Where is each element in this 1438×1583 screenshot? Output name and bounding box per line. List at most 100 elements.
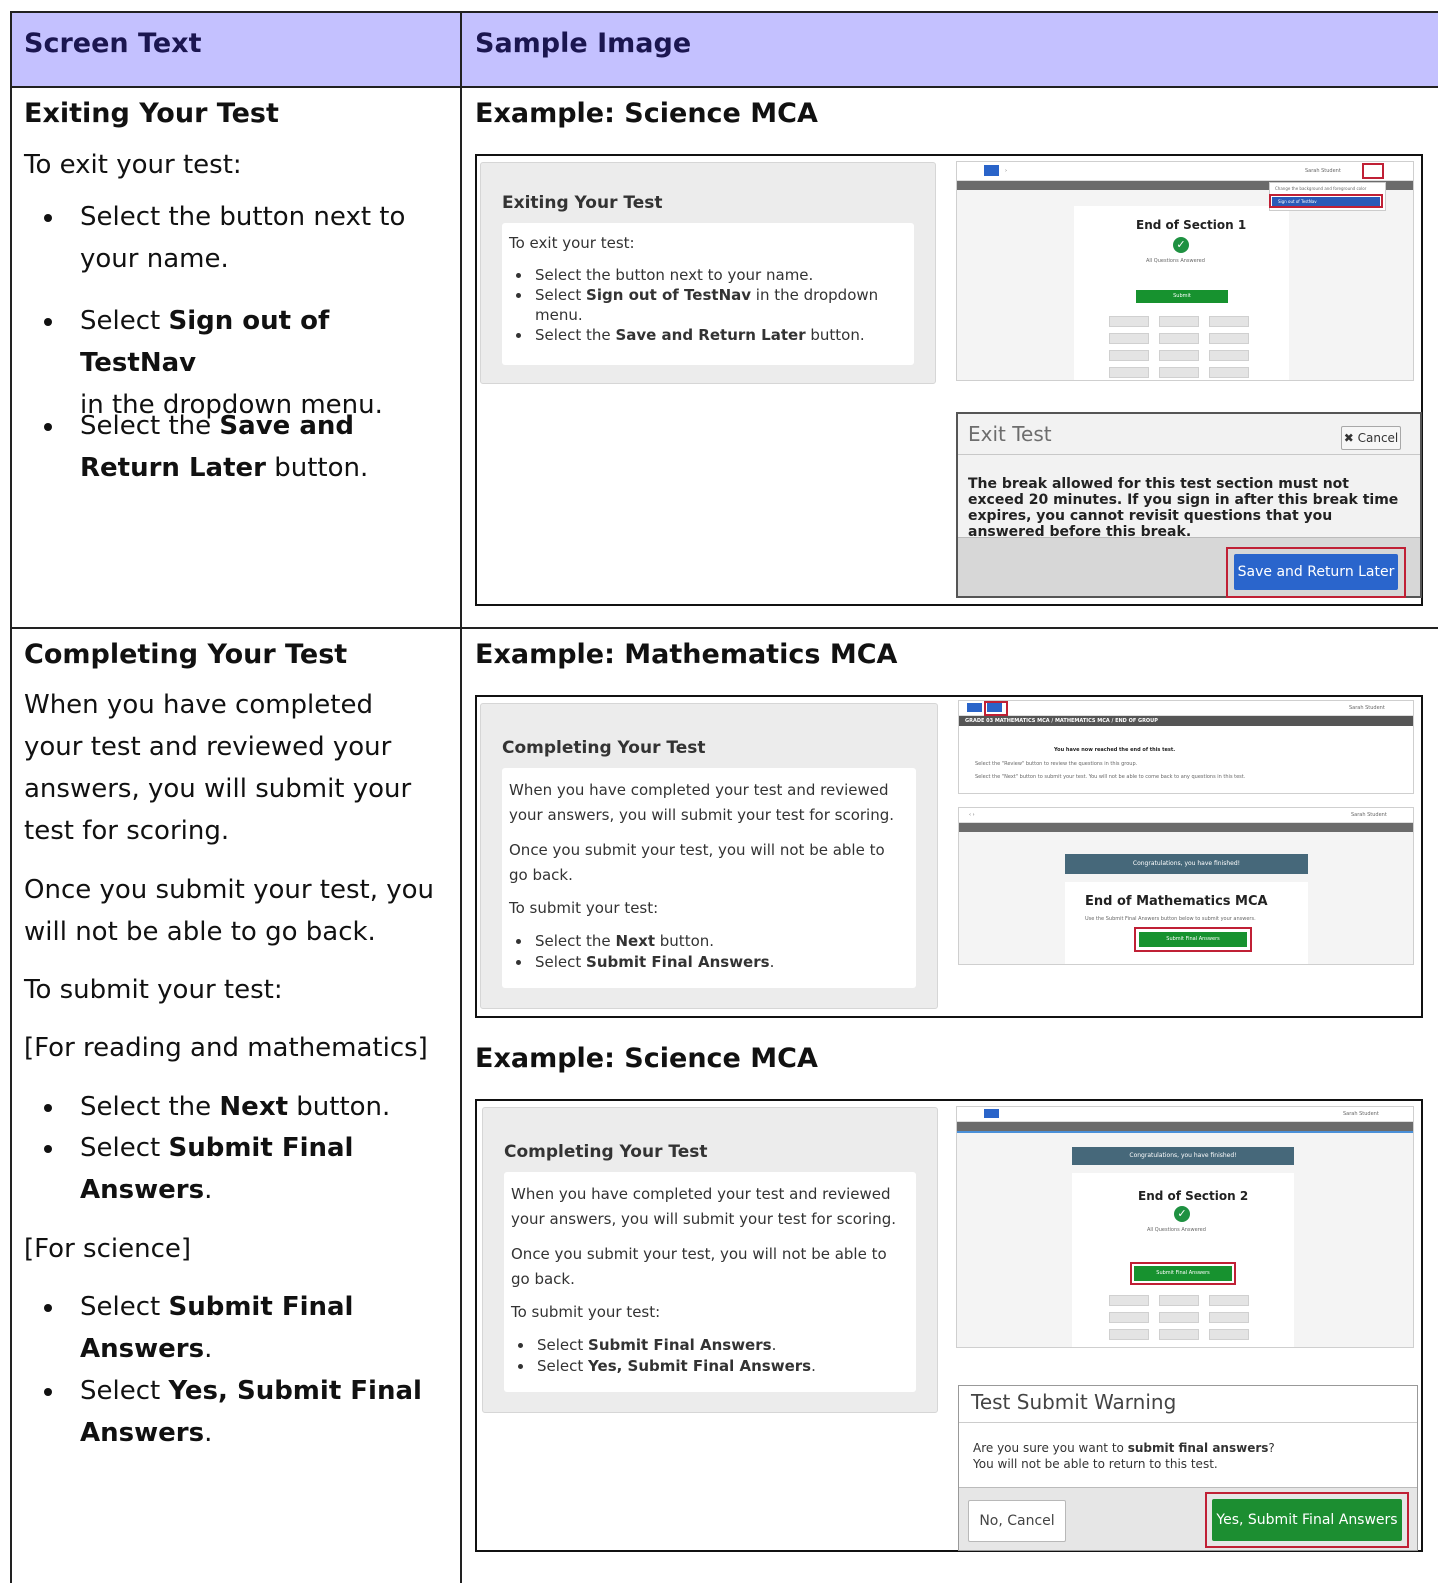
sample-image-exiting: Exiting Your Test To exit your test: Sel… bbox=[475, 154, 1423, 606]
completing-heading: Completing Your Test bbox=[24, 639, 348, 670]
example-label: Example: Science MCA bbox=[475, 98, 818, 129]
breadcrumb-bar bbox=[959, 823, 1413, 832]
section-title: End of Section 1 bbox=[1136, 218, 1247, 232]
panel-text: Select bbox=[537, 1357, 589, 1375]
panel-text: button. bbox=[655, 932, 715, 950]
question-cell bbox=[1109, 1312, 1149, 1323]
step-bold: Yes, Submit Final bbox=[168, 1376, 422, 1406]
bullet-dot bbox=[518, 1364, 523, 1369]
bullet-dot bbox=[516, 273, 521, 278]
step-text: . bbox=[204, 1418, 213, 1448]
bullet-dot bbox=[516, 939, 521, 944]
question-cell bbox=[1159, 367, 1199, 378]
step-text: . bbox=[204, 1175, 213, 1205]
panel-bold: Save and Return Later bbox=[615, 326, 806, 344]
step-bold: Answers bbox=[80, 1334, 205, 1364]
panel-text: Select the Next button. bbox=[535, 931, 714, 952]
bullet-dot bbox=[44, 1388, 52, 1396]
panel-text: Select Yes, Submit Final Answers. bbox=[537, 1356, 816, 1377]
dialog-title: Exit Test bbox=[968, 422, 1052, 446]
bullet-dot bbox=[516, 960, 521, 965]
step-text: Select bbox=[80, 306, 169, 336]
panel-text: Select the bbox=[535, 326, 616, 344]
no-cancel-button[interactable]: No, Cancel bbox=[968, 1500, 1066, 1542]
panel-text: Select Submit Final Answers. bbox=[537, 1335, 776, 1356]
step-text: Select bbox=[80, 1292, 169, 1322]
step-bold: Save and bbox=[219, 411, 354, 441]
reading-math-label: [For reading and mathematics] bbox=[24, 1033, 428, 1063]
step-bold: Return Later bbox=[80, 453, 266, 483]
bullet-dot bbox=[44, 318, 52, 326]
breadcrumb-bar: GRADE 03 MATHEMATICS MCA / MATHEMATICS M… bbox=[959, 716, 1413, 726]
panel-text: . bbox=[811, 1357, 816, 1375]
next-instruction: Select the "Next" button to submit your … bbox=[975, 774, 1246, 780]
progress-line bbox=[957, 1131, 1413, 1133]
science-label: [For science] bbox=[24, 1234, 192, 1264]
check-icon: ✓ bbox=[1173, 237, 1189, 253]
student-name: Sarah Student bbox=[1305, 168, 1341, 174]
panel-text: Select the button next to your name. bbox=[535, 266, 814, 284]
panel-text: button. bbox=[805, 326, 865, 344]
question-cell bbox=[1109, 1329, 1149, 1340]
question-cell bbox=[1209, 1295, 1249, 1306]
save-and-return-later-button[interactable]: Save and Return Later bbox=[1234, 554, 1398, 590]
question-cell bbox=[1209, 316, 1249, 327]
highlight-sign-out bbox=[1269, 194, 1383, 208]
step-text: . bbox=[204, 1334, 213, 1364]
paragraph-text: your test and reviewed your bbox=[24, 732, 392, 762]
bullet-dot bbox=[44, 423, 52, 431]
congrats-banner: Congratulations, you have finished! bbox=[1072, 1147, 1294, 1165]
step-text: Select bbox=[80, 1133, 169, 1163]
dialog-line2: You will not be able to return to this t… bbox=[973, 1457, 1218, 1471]
question-cell bbox=[1159, 316, 1199, 327]
breadcrumb-bar bbox=[957, 1122, 1413, 1131]
question-cell bbox=[1209, 1312, 1249, 1323]
paragraph-text: answers, you will submit your bbox=[24, 774, 412, 804]
highlight-next-button bbox=[984, 701, 1008, 716]
back-arrow: ‹ › bbox=[969, 812, 975, 818]
sample-image-math: Completing Your Test When you have compl… bbox=[475, 695, 1423, 1018]
bullet-dot bbox=[44, 1145, 52, 1153]
testnav-toolbar: Sarah Student bbox=[959, 701, 1413, 716]
question-cell bbox=[1109, 367, 1149, 378]
dialog-question: Are you sure you want to submit final an… bbox=[973, 1440, 1275, 1456]
panel-title: Completing Your Test bbox=[504, 1142, 708, 1162]
student-name: Sarah Student bbox=[1349, 705, 1385, 711]
breadcrumb-text: GRADE 03 MATHEMATICS MCA / MATHEMATICS M… bbox=[965, 718, 1158, 724]
panel-text: Select Submit Final Answers. bbox=[535, 952, 774, 973]
exiting-step-1: Select the button next to your name. bbox=[80, 196, 450, 280]
step-text: button. bbox=[265, 453, 369, 483]
section-title: End of Section 2 bbox=[1138, 1189, 1249, 1203]
question-cell bbox=[1209, 350, 1249, 361]
sci-step-2: Select Yes, Submit Final Answers. bbox=[80, 1370, 450, 1454]
panel-text: go back. bbox=[511, 1270, 575, 1288]
student-name: Sarah Student bbox=[1343, 1111, 1379, 1117]
completing-paragraph-1: When you have completed your test and re… bbox=[24, 684, 411, 852]
column-header-screen-text: Screen Text bbox=[24, 28, 202, 59]
section-card: End of Section 1 ✓ All Questions Answere… bbox=[1074, 206, 1289, 380]
question-cell bbox=[1209, 333, 1249, 344]
panel-bold: Submit Final Answers bbox=[588, 1336, 772, 1354]
end-of-test-message: You have now reached the end of this tes… bbox=[1054, 747, 1176, 753]
dialog-title: Test Submit Warning bbox=[971, 1390, 1177, 1414]
cancel-button[interactable]: ✖ Cancel bbox=[1341, 426, 1401, 450]
end-title: End of Mathematics MCA bbox=[1085, 894, 1268, 909]
back-button bbox=[984, 1109, 999, 1118]
panel-text: . bbox=[769, 953, 775, 971]
review-instruction: Select the "Review" button to review the… bbox=[975, 761, 1138, 767]
yes-submit-final-answers-button[interactable]: Yes, Submit Final Answers bbox=[1212, 1499, 1402, 1541]
panel-text: To submit your test: bbox=[509, 899, 659, 917]
step-text: Select the bbox=[80, 411, 220, 441]
student-name: Sarah Student bbox=[1351, 812, 1387, 818]
step-text: Select bbox=[80, 1376, 169, 1406]
panel-body: When you have completed your test and re… bbox=[502, 768, 916, 988]
panel-bold: Submit Final Answers bbox=[586, 953, 770, 971]
paragraph-text: will not be able to go back. bbox=[24, 917, 376, 947]
step-bold: Answers bbox=[80, 1418, 205, 1448]
paragraph-text: Once you submit your test, you bbox=[24, 875, 435, 905]
sci-step-1: Select Submit Final Answers. bbox=[80, 1286, 450, 1370]
example-label-math: Example: Mathematics MCA bbox=[475, 639, 898, 670]
end-instruction: Use the Submit Final Answers button belo… bbox=[1085, 916, 1256, 922]
panel-body: When you have completed your test and re… bbox=[504, 1172, 916, 1392]
exit-test-dialog: Exit Test ✖ Cancel The break allowed for… bbox=[956, 412, 1422, 598]
